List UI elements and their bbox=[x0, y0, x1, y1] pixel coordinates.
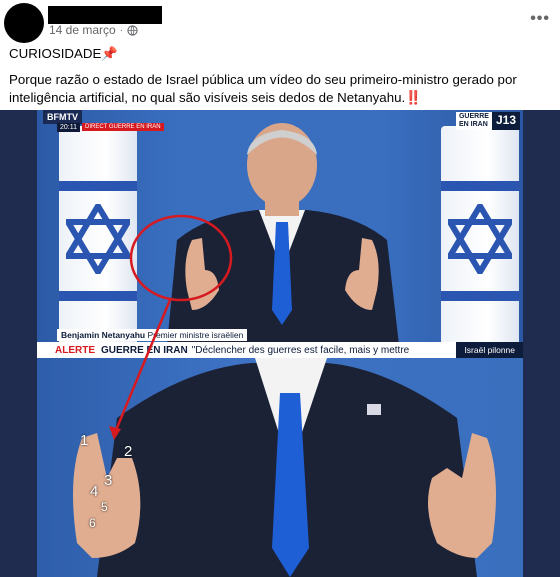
image-border-left bbox=[0, 110, 37, 577]
alert-topic: GUERRE EN IRAN bbox=[101, 344, 188, 356]
post-meta: 14 de março · bbox=[49, 23, 138, 37]
corner-tag-day: J13 bbox=[491, 112, 520, 130]
lower-third-name: Benjamin Netanyahu Premier ministre isra… bbox=[57, 329, 248, 341]
channel-logo: BFMTV bbox=[43, 110, 82, 124]
broadcast-time: 20:11 bbox=[57, 123, 80, 132]
alert-label: ALERTE bbox=[55, 344, 95, 356]
tv-frame-top: BFMTV 20:11 DIRECT GUERRE EN IRAN GUERRE… bbox=[37, 110, 523, 358]
post-header: 14 de março · ••• bbox=[0, 0, 560, 44]
post-text: CURIOSIDADE📌 Porque razão o estado de Is… bbox=[9, 45, 554, 107]
speaker-figure-top bbox=[167, 123, 399, 345]
post-text-body: Porque razão o estado de Israel pública … bbox=[9, 72, 517, 105]
meta-separator: · bbox=[119, 24, 124, 36]
alert-ticker: ALERTE GUERRE EN IRAN "Déclencher des gu… bbox=[37, 342, 523, 358]
finger-label-6: 6 bbox=[89, 516, 96, 530]
speaker-figure-zoom bbox=[73, 358, 496, 577]
corner-tag-title: GUERRE EN IRAN bbox=[455, 112, 492, 130]
tv-frame-bottom-zoom bbox=[37, 358, 523, 577]
star-of-david-icon bbox=[448, 204, 512, 274]
corner-tag: GUERRE EN IRAN J13 bbox=[455, 112, 520, 130]
israel-flag-right bbox=[441, 126, 519, 351]
author-name-redacted[interactable] bbox=[48, 6, 162, 24]
star-of-david-icon bbox=[66, 204, 130, 274]
side-tag: Israël pilonne bbox=[456, 342, 523, 358]
avatar[interactable] bbox=[4, 3, 44, 43]
post-date[interactable]: 14 de março bbox=[49, 23, 116, 37]
finger-label-2: 2 bbox=[124, 443, 133, 460]
direct-tag: DIRECT GUERRE EN IRAN bbox=[82, 123, 164, 131]
globe-icon bbox=[127, 24, 138, 36]
speaker-role: Premier ministre israëlien bbox=[147, 330, 244, 340]
more-options-icon[interactable]: ••• bbox=[530, 10, 550, 28]
finger-label-3: 3 bbox=[104, 472, 113, 489]
israel-flag-left bbox=[59, 126, 137, 351]
finger-label-1: 1 bbox=[80, 432, 89, 449]
post-image[interactable]: BFMTV 20:11 DIRECT GUERRE EN IRAN GUERRE… bbox=[0, 110, 560, 577]
alert-quote: "Déclencher des guerres est facile, mais… bbox=[191, 344, 410, 356]
finger-label-4: 4 bbox=[90, 483, 99, 500]
post-text-title: CURIOSIDADE📌 bbox=[9, 46, 118, 61]
speaker-name: Benjamin Netanyahu bbox=[61, 330, 146, 340]
finger-label-5: 5 bbox=[101, 500, 108, 514]
image-border-right bbox=[523, 110, 560, 577]
